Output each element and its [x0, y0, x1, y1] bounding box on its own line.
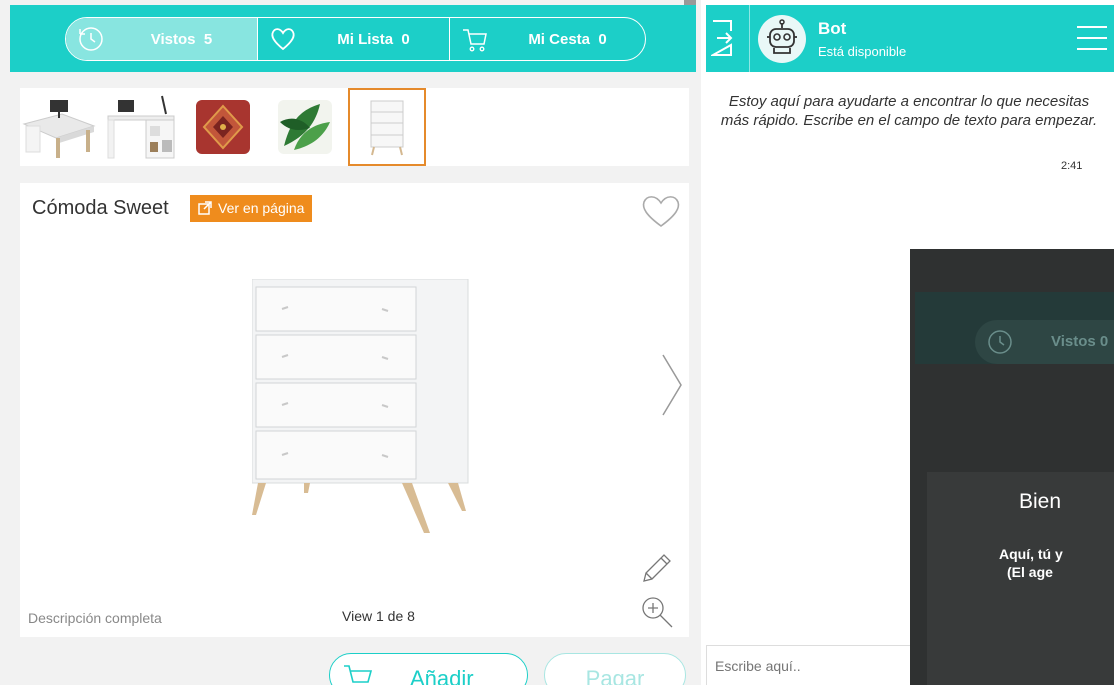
thumbnail-white-dresser[interactable]	[348, 88, 426, 166]
tab-mi-lista-count: 0	[401, 30, 410, 48]
bot-message: Estoy aquí para ayudarte a encontrar lo …	[720, 93, 1098, 129]
message-timestamp: 2:41	[1061, 160, 1083, 172]
cart-icon	[344, 665, 373, 683]
pencil-icon[interactable]	[640, 553, 672, 585]
action-buttons: Añadir Pagar	[0, 650, 700, 685]
product-image	[252, 279, 469, 533]
favorite-heart-icon[interactable]	[640, 193, 682, 229]
app-root: Vistos 5 Mi Lista 0 Mi Cesta 0 Cómoda Sw…	[0, 0, 1114, 685]
modal-overlay: Vistos 0 Bien Aquí, tú y (El age	[910, 249, 1114, 685]
thumbnail-white-desk[interactable]	[102, 88, 180, 166]
next-image-arrow-icon[interactable]	[660, 353, 684, 417]
welcome-line-1: Aquí, tú y	[999, 546, 1063, 562]
thumbnail-strip	[20, 88, 689, 166]
header-divider	[749, 5, 750, 72]
tab-mi-cesta-label: Mi Cesta	[528, 30, 590, 48]
corner-desk-image	[22, 100, 96, 158]
external-link-icon	[198, 201, 212, 215]
tab-vistos[interactable]: Vistos 5	[66, 18, 258, 60]
add-to-cart-button[interactable]: Añadir	[329, 653, 528, 685]
red-cushion-image	[196, 100, 250, 154]
full-description-link[interactable]: Descripción completa	[28, 610, 162, 626]
robot-icon	[767, 19, 797, 54]
pay-button[interactable]: Pagar	[544, 653, 686, 685]
thumbnail-red-cushion[interactable]	[184, 88, 262, 166]
green-cushion-image	[278, 100, 332, 154]
top-nav-bar: Vistos 5 Mi Lista 0 Mi Cesta 0	[10, 5, 696, 72]
product-title: Cómoda Sweet	[32, 197, 169, 219]
thumbnail-corner-desk[interactable]	[20, 88, 98, 166]
welcome-title: Bien	[1019, 490, 1062, 513]
zoom-in-icon[interactable]	[640, 595, 676, 631]
white-desk-image	[107, 95, 175, 159]
bot-status: Está disponible	[818, 44, 907, 59]
exit-chat-icon[interactable]	[711, 19, 741, 57]
nav-tabs: Vistos 5 Mi Lista 0 Mi Cesta 0	[65, 17, 646, 61]
product-pane: Vistos 5 Mi Lista 0 Mi Cesta 0 Cómoda Sw…	[0, 0, 700, 685]
bot-name: Bot	[818, 19, 847, 38]
product-card: Cómoda Sweet Ver en página Descripción c…	[20, 183, 689, 637]
tab-vistos-label: Vistos	[150, 30, 196, 48]
bot-avatar	[758, 15, 806, 63]
chat-header: Bot Está disponible	[706, 5, 1114, 72]
tab-mi-lista[interactable]: Mi Lista 0	[258, 18, 450, 60]
view-counter: View 1 de 8	[342, 608, 415, 624]
history-icon	[988, 330, 1012, 354]
white-dresser-thumb-image	[370, 100, 404, 156]
overlay-nav-bar: Vistos 0	[915, 292, 1114, 364]
hamburger-menu-icon[interactable]	[1077, 25, 1107, 51]
welcome-dialog: Bien Aquí, tú y (El age	[927, 472, 1114, 685]
overlay-tab-vistos[interactable]: Vistos 0	[975, 320, 1114, 364]
view-on-page-button[interactable]: Ver en página	[190, 195, 313, 222]
welcome-line-2: (El age	[1007, 564, 1053, 580]
tab-mi-cesta-count: 0	[598, 30, 607, 48]
tab-mi-lista-label: Mi Lista	[337, 30, 394, 48]
chat-input[interactable]	[706, 645, 916, 685]
thumbnail-green-cushion[interactable]	[266, 88, 344, 166]
view-on-page-label: Ver en página	[218, 200, 305, 216]
pay-label: Pagar	[585, 666, 645, 685]
overlay-tab-label: Vistos 0	[1051, 333, 1109, 350]
tab-vistos-count: 5	[203, 30, 213, 48]
tab-mi-cesta[interactable]: Mi Cesta 0	[450, 18, 645, 60]
add-to-cart-label: Añadir	[410, 666, 474, 685]
